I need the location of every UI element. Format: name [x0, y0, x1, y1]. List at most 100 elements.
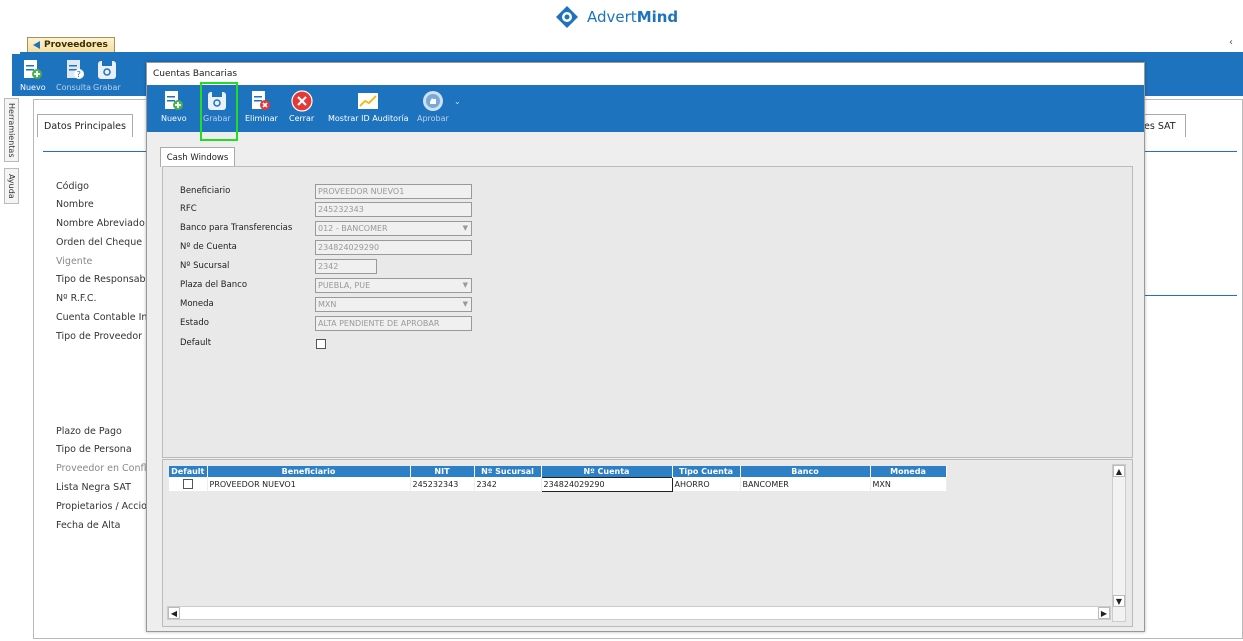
approve-button[interactable]: Aprobar	[417, 90, 449, 123]
toolbar-overflow-icon[interactable]: ⌄	[454, 97, 461, 106]
chart-icon	[358, 93, 379, 109]
save-icon	[97, 61, 116, 79]
outer-query-button[interactable]: ? Consulta	[56, 59, 91, 92]
section-divider	[1144, 295, 1237, 296]
column-header[interactable]: NIT	[410, 466, 475, 477]
column-header[interactable]: Tipo Cuenta	[672, 466, 741, 477]
tab-proveedores-label: Proveedores	[44, 40, 108, 50]
dialog-title: Cuentas Bancarias	[147, 63, 1144, 85]
table-row[interactable]: PROVEEDOR NUEVO1 245232343 2342 23482402…	[169, 476, 947, 492]
field-label: Orden del Cheque	[56, 237, 143, 248]
new-button[interactable]: Nuevo	[161, 90, 187, 123]
banco-label: Banco para Transferencias	[180, 223, 293, 233]
estado-label: Estado	[180, 318, 209, 328]
brand-logo: AdvertMind	[555, 2, 678, 32]
scroll-right-icon[interactable]: ▶	[1098, 607, 1110, 619]
field-label: Fecha de Alta	[56, 520, 121, 531]
brand-name: AdvertMind	[587, 8, 679, 26]
beneficiario-field[interactable]: PROVEEDOR NUEVO1	[315, 184, 472, 199]
outer-save-button[interactable]: Grabar	[93, 59, 121, 92]
field-label: Nombre	[56, 199, 94, 210]
vertical-scrollbar[interactable]: ▲ ▼	[1112, 464, 1126, 622]
cell-banco[interactable]: BANCOMER	[740, 477, 871, 491]
field-label: Tipo de Responsable	[56, 274, 148, 285]
show-audit-id-button[interactable]: Mostrar ID Auditoría	[328, 90, 408, 123]
field-label: Propietarios / Accio	[56, 501, 147, 512]
dropdown-arrow-icon: ▼	[462, 281, 468, 289]
cell-moneda[interactable]: MXN	[870, 477, 947, 491]
default-label: Default	[180, 338, 212, 348]
tab-arrow-icon	[33, 41, 40, 49]
plaza-label: Plaza del Banco	[180, 280, 248, 290]
advertmind-logo-icon	[556, 6, 578, 28]
field-label: Tipo de Proveedor	[56, 331, 143, 342]
moneda-select[interactable]: MXN ▼	[315, 297, 472, 312]
default-checkbox[interactable]	[316, 339, 326, 349]
moneda-label: Moneda	[180, 299, 214, 309]
delete-button[interactable]: Eliminar	[245, 90, 278, 123]
side-tab-herramientas[interactable]: Herramientas	[4, 98, 19, 162]
table-header-row: Default Beneficiario NIT Nº Sucursal Nº …	[169, 466, 947, 477]
field-label: Código	[56, 181, 89, 192]
column-header[interactable]: Banco	[740, 466, 871, 477]
section-divider	[43, 151, 148, 152]
accounts-table: Default Beneficiario NIT Nº Sucursal Nº …	[169, 466, 947, 492]
field-label: Plazo de Pago	[56, 426, 122, 437]
svg-text:?: ?	[76, 70, 80, 79]
close-button[interactable]: Cerrar	[289, 90, 314, 123]
banco-select[interactable]: 012 - BANCOMER ▼	[315, 221, 472, 236]
beneficiario-label: Beneficiario	[180, 186, 231, 196]
new-doc-icon	[23, 60, 42, 79]
column-header[interactable]: Nº Cuenta	[541, 466, 673, 477]
cell-tipo-cuenta[interactable]: AHORRO	[672, 477, 741, 491]
tab-proveedores[interactable]: Proveedores	[27, 37, 115, 52]
field-label: Cuenta Contable Ind	[56, 312, 148, 323]
cell-beneficiario[interactable]: PROVEEDOR NUEVO1	[207, 477, 411, 491]
column-header[interactable]: Nº Sucursal	[474, 466, 542, 477]
chevron-left-icon[interactable]: ‹	[1229, 37, 1233, 48]
scroll-left-icon[interactable]: ◀	[168, 607, 180, 619]
tab-sat[interactable]: es SAT	[1140, 114, 1186, 137]
save-button-highlight	[200, 82, 238, 141]
accounts-grid-area: Default Beneficiario NIT Nº Sucursal Nº …	[162, 459, 1133, 627]
side-tab-ayuda[interactable]: Ayuda	[4, 168, 19, 204]
column-header[interactable]: Default	[169, 466, 208, 477]
row-default-checkbox[interactable]	[182, 479, 193, 489]
field-label: Nº R.F.C.	[56, 293, 97, 304]
field-label: Proveedor en Confli	[56, 463, 148, 474]
dropdown-arrow-icon: ▼	[462, 300, 468, 308]
sucursal-field[interactable]: 2342	[315, 259, 377, 274]
cell-default[interactable]	[169, 477, 208, 491]
dropdown-arrow-icon: ▼	[462, 224, 468, 232]
cell-cuenta[interactable]: 234824029290	[540, 476, 673, 492]
side-tabs: Herramientas Ayuda	[4, 98, 20, 210]
rfc-field[interactable]: 245232343	[315, 202, 472, 217]
field-label: Tipo de Persona	[56, 444, 132, 455]
cell-sucursal[interactable]: 2342	[474, 477, 542, 491]
column-header[interactable]: Beneficiario	[207, 466, 411, 477]
close-icon	[290, 90, 313, 112]
thumbs-up-icon	[422, 91, 443, 111]
field-label: Nombre Abreviado	[56, 218, 145, 229]
plaza-select[interactable]: PUEBLA, PUE ▼	[315, 278, 472, 293]
column-header[interactable]: Moneda	[870, 466, 947, 477]
field-label: Lista Negra SAT	[56, 482, 131, 493]
dialog-toolbar: Nuevo Grabar Eliminar Cerrar Mostrar ID …	[147, 85, 1144, 132]
scroll-up-icon[interactable]: ▲	[1113, 465, 1125, 477]
scroll-down-icon[interactable]: ▼	[1113, 595, 1125, 607]
new-doc-icon	[164, 91, 183, 110]
tab-cash-windows[interactable]: Cash Windows	[160, 147, 235, 167]
field-label: Vigente	[56, 256, 93, 267]
bank-account-form: Beneficiario PROVEEDOR NUEVO1 RFC 245232…	[162, 166, 1133, 458]
rfc-label: RFC	[180, 204, 197, 214]
cuenta-field[interactable]: 234824029290	[315, 240, 472, 255]
sucursal-label: Nº Sucursal	[180, 261, 230, 271]
delete-doc-icon	[252, 91, 271, 110]
estado-field[interactable]: ALTA PENDIENTE DE APROBAR	[315, 316, 472, 331]
tab-datos-principales[interactable]: Datos Principales	[37, 114, 133, 137]
horizontal-scrollbar[interactable]: ◀ ▶	[167, 606, 1111, 620]
cuenta-label: Nº de Cuenta	[180, 242, 237, 252]
section-divider	[1144, 151, 1237, 152]
cell-nit[interactable]: 245232343	[410, 477, 475, 491]
outer-new-button[interactable]: Nuevo	[20, 59, 46, 92]
